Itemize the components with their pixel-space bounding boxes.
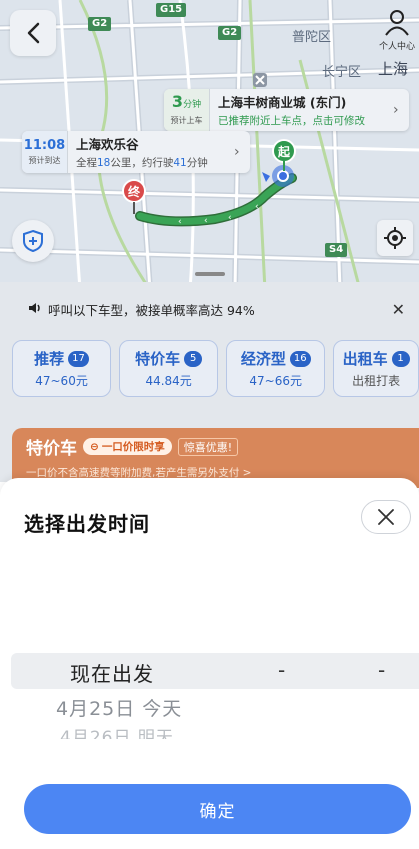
destination-card[interactable]: 11:08 预计到达 上海欢乐谷 全程18公里，约行驶41分钟 › [22,131,250,173]
safety-button[interactable] [12,220,54,262]
trip-duration: 41 [173,157,187,169]
tab-label: 经济型 [240,350,286,368]
svg-text:‹: ‹ [228,213,232,223]
tab-count-badge: 16 [289,350,311,367]
car-type-tabs: 推荐 17 47~60元 特价车 5 44.84元 经济型 16 47~66元 出租车… [0,340,419,414]
svg-text:‹: ‹ [255,202,259,212]
detail-suffix: 分钟 [186,157,208,169]
tab-special-price[interactable]: 特价车 5 44.84元 [119,340,219,397]
speaker-icon [28,302,48,317]
pickup-marker: 起 [272,139,296,163]
chevron-left-icon [27,22,40,44]
tab-economy[interactable]: 经济型 16 47~66元 [226,340,326,397]
tab-taxi[interactable]: 出租车 1 出租打表 [333,340,419,397]
promo-tag-text: 一口价限时享 [101,441,165,453]
picker-option-tomorrow[interactable]: 4月26日 明天 [60,723,174,739]
highway-badge-s4: S4 [325,243,348,257]
shield-icon [23,229,43,253]
sheet-close-button[interactable] [361,500,411,534]
destination-marker: 终 [122,179,146,203]
sheet-title: 选择出发时间 [24,512,150,536]
pickup-eta-number: 3 [171,92,184,111]
departure-time-sheet: 选择出发时间 现在出发 - - 4月25日 今天 4月26日 明天 确定 [0,478,419,849]
picker-minute-placeholder[interactable]: - [378,658,386,682]
promo-surprise-tag: 惊喜优惠! [177,437,239,456]
crosshair-icon [384,227,406,249]
time-picker[interactable]: 现在出发 - - 4月25日 今天 4月26日 明天 [0,653,419,743]
tab-recommended[interactable]: 推荐 17 47~60元 [12,340,112,397]
close-icon [378,509,394,525]
map-label-putuo: 普陀区 [292,30,332,45]
close-icon[interactable]: ✕ [392,300,405,319]
destination-trip-detail: 全程18公里，约行驶41分钟 [76,155,234,170]
highway-badge-g2-east: G2 [218,26,242,40]
destination-marker-stem [133,202,135,214]
user-icon [385,10,409,36]
chevron-right-icon: › [234,144,240,160]
tab-count-badge: 5 [184,350,203,367]
tab-price: 47~60元 [35,374,88,388]
tab-count-badge: 17 [68,350,89,367]
tab-price: 47~66元 [249,374,302,388]
detail-prefix: 全程 [76,157,97,169]
promo-title: 特价车 [26,439,77,459]
picker-option-selected[interactable]: 现在出发 [70,658,154,687]
pickup-eta-label: 预计上车 [170,116,203,125]
pickup-location-hint: 已推荐附近上车点，点击可修改 [218,115,365,127]
destination-name: 上海欢乐谷 [76,137,139,152]
svg-text:‹: ‹ [204,216,208,226]
pickup-eta: 3分钟 预计上车 [164,89,210,131]
tab-label: 特价车 [135,350,181,368]
fixed-price-icon: ⊖ [90,440,99,453]
tab-price: 出租打表 [352,374,401,388]
highway-badge-g2: G2 [88,17,112,31]
svg-text:‹: ‹ [178,217,182,227]
back-button[interactable] [10,10,56,56]
chevron-right-icon: › [393,102,399,118]
map-label-changning: 长宁区 [322,65,362,80]
user-center-button[interactable]: 个人中心 [375,8,419,62]
tab-price: 44.84元 [145,374,192,388]
promo-tag: ⊖ 一口价限时享 [83,438,172,455]
confirm-button[interactable]: 确定 [24,784,411,834]
pickup-eta-unit: 分钟 [183,100,202,110]
pickup-location-name: 上海丰树商业城 (东门) [218,95,347,110]
picker-hour-placeholder[interactable]: - [278,658,286,682]
ride-options-panel: 呼叫以下车型，被接单概率高达 94% ✕ 推荐 17 47~60元 特价车 5 44… [0,282,419,488]
tab-label: 推荐 [34,350,65,368]
notice-text: 呼叫以下车型，被接单概率高达 94% [48,302,255,318]
locate-button[interactable] [377,220,413,256]
map-view[interactable]: ‹ ‹ ‹ ‹ G15 G2 G2 S4 普陀区 长宁区 上海 个人中心 3分钟… [0,0,419,290]
trip-distance: 18 [97,157,111,169]
tab-label: 出租车 [342,350,388,368]
acceptance-notice: 呼叫以下车型，被接单概率高达 94% ✕ [0,282,419,336]
picker-option-today[interactable]: 4月25日 今天 [56,694,182,721]
detail-mid: 公里，约行驶 [110,157,174,169]
destination-eta: 11:08 预计到达 [22,131,68,173]
pickup-location-card[interactable]: 3分钟 预计上车 上海丰树商业城 (东门) 已推荐附近上车点，点击可修改 › [164,89,409,131]
destination-eta-label: 预计到达 [28,156,61,165]
tab-count-badge: 1 [391,350,410,367]
destination-eta-time: 11:08 [23,138,66,153]
pickup-marker-stem [283,161,285,171]
highway-badge-g15: G15 [156,3,187,17]
user-center-label: 个人中心 [378,42,415,52]
